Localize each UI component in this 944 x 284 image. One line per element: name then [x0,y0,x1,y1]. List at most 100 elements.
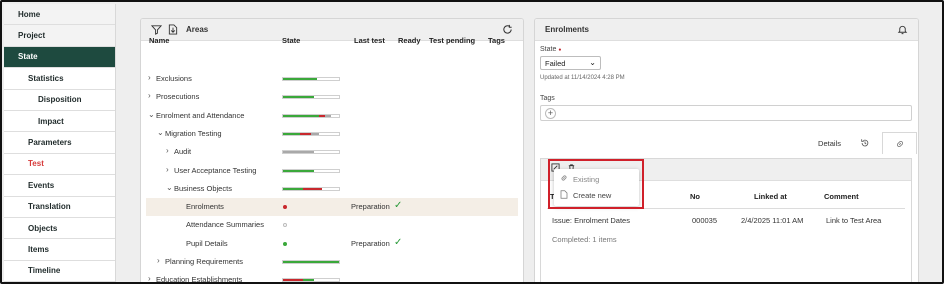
sidebar-item-disposition[interactable]: Disposition [4,89,115,111]
state-progress-segment [283,187,303,190]
updated-timestamp: Updated at 11/14/2024 4:28 PM [540,75,625,81]
tree-row[interactable]: Enrolments Preparation ✓ [146,198,518,217]
state-progress-segment [302,279,314,282]
tree-row[interactable]: ⌄ Enrolment and Attendance [141,107,519,125]
tab-details-label: Details [818,138,841,148]
detail-tabs: Details [812,132,917,154]
col-state: State [282,36,301,45]
chevron-right-icon[interactable]: › [157,256,160,265]
state-progress-segment [299,132,311,135]
chevron-down-icon[interactable]: ⌄ [148,110,155,119]
col-name: Name [149,36,170,45]
enrolments-panel-header: Enrolments [535,19,918,41]
link-date-cell: 2/4/2025 11:01 AM [741,216,804,225]
col-ready: Ready [398,36,421,45]
bell-icon[interactable] [897,24,908,35]
areas-table-header: Name State Last test Ready Test pending … [149,36,519,48]
state-progress-segment [283,78,317,80]
tree-row-label: User Acceptance Testing [174,165,257,175]
tree-row[interactable]: › User Acceptance Testing [141,162,519,180]
sidebar-item-objects[interactable]: Objects [4,217,115,240]
tree-row[interactable]: › Audit [141,143,519,161]
tree-row[interactable]: › Planning Requirements [141,253,519,271]
state-progress-bar [282,95,340,100]
sidebar-item-translation[interactable]: Translation [4,196,115,218]
col-last-test: Last test [354,36,385,45]
sidebar-item-home[interactable]: Home [4,4,115,26]
tree-row-label: Enrolments [186,202,224,212]
state-progress-bar [282,150,340,155]
state-select-value: Failed [545,59,566,68]
tree-row[interactable]: ⌄ Migration Testing [141,125,519,143]
tree-row[interactable]: › Education Establishments [141,271,519,284]
state-dot [283,241,287,246]
tree-row[interactable]: Attendance Summaries [141,216,519,234]
chevron-right-icon[interactable]: › [166,146,169,155]
state-progress-segment [283,261,339,263]
chevron-down-icon[interactable]: ⌄ [166,183,173,192]
tab-links[interactable] [882,132,917,154]
app-window: Home Project State Statistics Disposition Imp… [0,0,944,284]
state-progress-segment [283,132,300,135]
ready-check-icon: ✓ [394,200,403,212]
state-progress-segment [283,96,314,99]
last-test-value: Preparation [351,238,390,248]
state-progress-segment [283,169,314,172]
tree-row-label: Business Objects [174,183,232,193]
col-no: No [690,192,700,201]
sidebar-item-parameters[interactable]: Parameters [4,132,115,154]
state-progress-bar [282,260,340,264]
tree-row-label: Enrolment and Attendance [156,110,245,120]
state-progress-bar [282,168,340,173]
chevron-right-icon[interactable]: › [148,73,151,82]
sidebar-item-project[interactable]: Project [4,25,115,47]
last-test-value: Preparation [351,202,390,212]
chevron-right-icon[interactable]: › [166,165,169,174]
tree-row-label: Planning Requirements [165,257,243,266]
state-progress-segment [283,279,303,282]
tree-row[interactable]: ⌄ Business Objects [141,180,519,198]
tree-row[interactable]: › Exclusions [141,70,519,88]
state-label-text: State [540,46,557,53]
link-no-cell: 000035 [692,216,718,225]
tree-row-label: Attendance Summaries [186,220,264,230]
add-tag-button[interactable]: + [545,108,556,119]
tree-row-label: Exclusions [156,74,192,83]
areas-title: Areas [186,25,209,34]
ready-check-icon: ✓ [394,236,403,248]
chevron-right-icon[interactable]: › [148,91,151,100]
col-linked-at: Linked at [754,192,787,201]
tree-row[interactable]: › Prosecutions [141,88,519,106]
tab-history[interactable] [847,132,882,154]
link-comment-cell: Link to Test Area [826,216,882,225]
sidebar-item-items[interactable]: Items [4,239,115,261]
tab-details[interactable]: Details [812,132,847,154]
state-progress-bar [282,186,340,191]
export-icon[interactable] [168,24,178,35]
tree-row-label: Education Establishments [156,275,243,284]
state-progress-bar [282,278,340,282]
sidebar-item-events[interactable]: Events [4,175,115,197]
state-progress-segment [283,151,314,154]
completed-count: Completed: 1 items [552,235,617,244]
col-comment: Comment [824,192,859,201]
tree-row-label: Pupil Details [186,238,228,248]
sidebar-item-timeline[interactable]: Timeline [4,260,115,282]
refresh-icon[interactable] [502,24,513,35]
link-type-cell[interactable]: Issue: Enrolment Dates [552,216,630,225]
sidebar-item-state[interactable]: State [4,46,115,69]
state-progress-bar [282,113,340,118]
state-dot [283,205,287,210]
col-test-pending: Test pending [429,36,476,45]
state-progress-segment [310,132,320,135]
sidebar-item-impact[interactable]: Impact [4,110,115,133]
chevron-down-icon[interactable]: ⌄ [157,128,164,137]
sidebar-item-statistics[interactable]: Statistics [4,68,115,90]
tree-row[interactable]: Pupil Details Preparation ✓ [141,235,519,253]
tree-row-label: Audit [174,147,192,157]
state-select[interactable]: Failed ⌄ [540,56,601,70]
filter-icon[interactable] [151,24,162,35]
tags-field[interactable]: + [540,105,912,121]
chevron-right-icon[interactable]: › [148,274,151,282]
sidebar-item-test[interactable]: Test [4,153,115,176]
